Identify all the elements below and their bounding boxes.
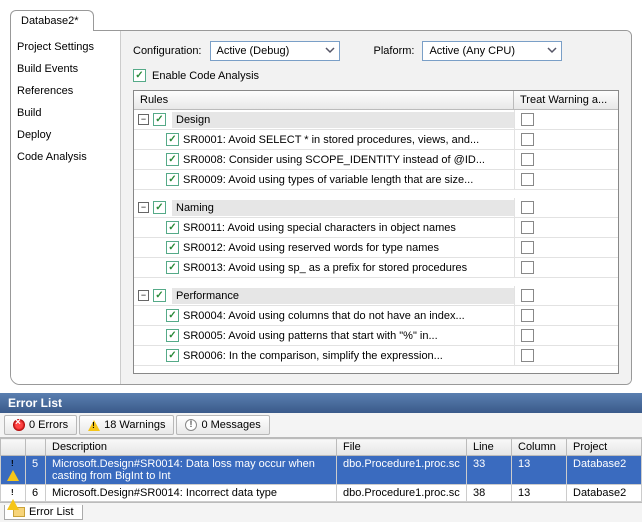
treat-warning-checkbox[interactable] bbox=[521, 201, 534, 214]
warning-icon bbox=[88, 420, 100, 431]
sidebar-item-project-settings[interactable]: Project Settings bbox=[17, 41, 114, 53]
rules-column-header[interactable]: Rules bbox=[134, 91, 514, 109]
sidebar-item-deploy[interactable]: Deploy bbox=[17, 129, 114, 141]
rule-checkbox[interactable] bbox=[166, 309, 179, 322]
error-table: Description File Line Column Project 5Mi… bbox=[0, 438, 642, 502]
message-icon bbox=[185, 419, 197, 431]
treat-warning-checkbox[interactable] bbox=[521, 173, 534, 186]
chevron-down-icon bbox=[545, 45, 559, 58]
group-label: Performance bbox=[172, 288, 514, 304]
rule-checkbox[interactable] bbox=[166, 221, 179, 234]
error-project: Database2 bbox=[567, 485, 642, 502]
rule-checkbox[interactable] bbox=[166, 261, 179, 274]
error-col-column[interactable]: Column bbox=[512, 439, 567, 456]
error-icon bbox=[13, 419, 25, 431]
document-tab[interactable]: Database2* bbox=[10, 10, 94, 31]
error-description: Microsoft.Design#SR0014: Data loss may o… bbox=[46, 456, 337, 485]
configuration-value: Active (Debug) bbox=[217, 45, 290, 57]
platform-value: Active (Any CPU) bbox=[429, 45, 515, 57]
group-checkbox[interactable] bbox=[153, 113, 166, 126]
group-label: Design bbox=[172, 112, 514, 128]
group-checkbox[interactable] bbox=[153, 201, 166, 214]
errors-count-label: 0 Errors bbox=[29, 419, 68, 431]
error-column: 13 bbox=[512, 485, 567, 502]
treat-warning-checkbox[interactable] bbox=[521, 133, 534, 146]
treat-warning-checkbox[interactable] bbox=[521, 309, 534, 322]
rule-checkbox[interactable] bbox=[166, 133, 179, 146]
rule-checkbox[interactable] bbox=[166, 329, 179, 342]
rule-label: SR0013: Avoid using sp_ as a prefix for … bbox=[183, 262, 467, 274]
treat-warning-checkbox[interactable] bbox=[521, 261, 534, 274]
sidebar-item-code-analysis[interactable]: Code Analysis bbox=[17, 151, 114, 163]
error-project: Database2 bbox=[567, 456, 642, 485]
error-row[interactable]: 5Microsoft.Design#SR0014: Data loss may … bbox=[1, 456, 642, 485]
error-num: 5 bbox=[26, 456, 46, 485]
chevron-down-icon bbox=[323, 45, 337, 58]
treat-warning-checkbox[interactable] bbox=[521, 349, 534, 362]
configuration-dropdown[interactable]: Active (Debug) bbox=[210, 41, 340, 61]
rule-checkbox[interactable] bbox=[166, 241, 179, 254]
enable-code-analysis-label: Enable Code Analysis bbox=[152, 70, 259, 82]
treat-warning-checkbox[interactable] bbox=[521, 153, 534, 166]
group-checkbox[interactable] bbox=[153, 289, 166, 302]
error-line: 33 bbox=[467, 456, 512, 485]
configuration-label: Configuration: bbox=[133, 45, 202, 57]
error-col-description[interactable]: Description bbox=[46, 439, 337, 456]
error-file: dbo.Procedure1.proc.sc bbox=[337, 456, 467, 485]
warning-icon bbox=[7, 487, 19, 510]
platform-dropdown[interactable]: Active (Any CPU) bbox=[422, 41, 562, 61]
warnings-count-label: 18 Warnings bbox=[104, 419, 165, 431]
error-line: 38 bbox=[467, 485, 512, 502]
error-row[interactable]: 6Microsoft.Design#SR0014: Incorrect data… bbox=[1, 485, 642, 502]
sidebar-item-build[interactable]: Build bbox=[17, 107, 114, 119]
treat-warning-checkbox[interactable] bbox=[521, 241, 534, 254]
error-col-line[interactable]: Line bbox=[467, 439, 512, 456]
sidebar-item-build-events[interactable]: Build Events bbox=[17, 63, 114, 75]
error-list-title: Error List bbox=[0, 393, 642, 413]
error-list-panel: Error List 0 Errors 18 Warnings 0 Messag… bbox=[0, 393, 642, 522]
rules-grid: Rules Treat Warning a... − Design SR0001: … bbox=[133, 90, 619, 374]
rule-label: SR0001: Avoid SELECT * in stored procedu… bbox=[183, 134, 479, 146]
rule-checkbox[interactable] bbox=[166, 349, 179, 362]
collapse-toggle[interactable]: − bbox=[138, 114, 149, 125]
error-col-num[interactable] bbox=[26, 439, 46, 456]
error-col-file[interactable]: File bbox=[337, 439, 467, 456]
messages-count-label: 0 Messages bbox=[201, 419, 260, 431]
collapse-toggle[interactable]: − bbox=[138, 202, 149, 213]
enable-code-analysis-checkbox[interactable] bbox=[133, 69, 146, 82]
rule-label: SR0008: Consider using SCOPE_IDENTITY in… bbox=[183, 154, 485, 166]
error-col-project[interactable]: Project bbox=[567, 439, 642, 456]
rule-label: SR0005: Avoid using patterns that start … bbox=[183, 330, 438, 342]
platform-label: Plaform: bbox=[374, 45, 415, 57]
sidebar-item-references[interactable]: References bbox=[17, 85, 114, 97]
rule-label: SR0009: Avoid using types of variable le… bbox=[183, 174, 473, 186]
rule-checkbox[interactable] bbox=[166, 173, 179, 186]
error-col-icon[interactable] bbox=[1, 439, 26, 456]
error-num: 6 bbox=[26, 485, 46, 502]
error-column: 13 bbox=[512, 456, 567, 485]
main-panel: Configuration: Active (Debug) Plaform: A… bbox=[121, 31, 631, 384]
rule-label: SR0012: Avoid using reserved words for t… bbox=[183, 242, 439, 254]
rule-checkbox[interactable] bbox=[166, 153, 179, 166]
messages-filter-button[interactable]: 0 Messages bbox=[176, 415, 269, 435]
treat-warning-checkbox[interactable] bbox=[521, 289, 534, 302]
rule-label: SR0006: In the comparison, simplify the … bbox=[183, 350, 443, 362]
group-label: Naming bbox=[172, 200, 514, 216]
treat-warning-checkbox[interactable] bbox=[521, 221, 534, 234]
warning-icon bbox=[7, 458, 19, 481]
sidebar: Project Settings Build Events References… bbox=[11, 31, 121, 384]
treat-warning-checkbox[interactable] bbox=[521, 329, 534, 342]
collapse-toggle[interactable]: − bbox=[138, 290, 149, 301]
rule-label: SR0011: Avoid using special characters i… bbox=[183, 222, 456, 234]
treat-warning-checkbox[interactable] bbox=[521, 113, 534, 126]
errors-filter-button[interactable]: 0 Errors bbox=[4, 415, 77, 435]
error-description: Microsoft.Design#SR0014: Incorrect data … bbox=[46, 485, 337, 502]
rule-label: SR0004: Avoid using columns that do not … bbox=[183, 310, 465, 322]
error-file: dbo.Procedure1.proc.sc bbox=[337, 485, 467, 502]
warnings-filter-button[interactable]: 18 Warnings bbox=[79, 415, 174, 435]
error-list-tab-label: Error List bbox=[29, 506, 74, 518]
treat-warning-column-header[interactable]: Treat Warning a... bbox=[514, 91, 618, 109]
